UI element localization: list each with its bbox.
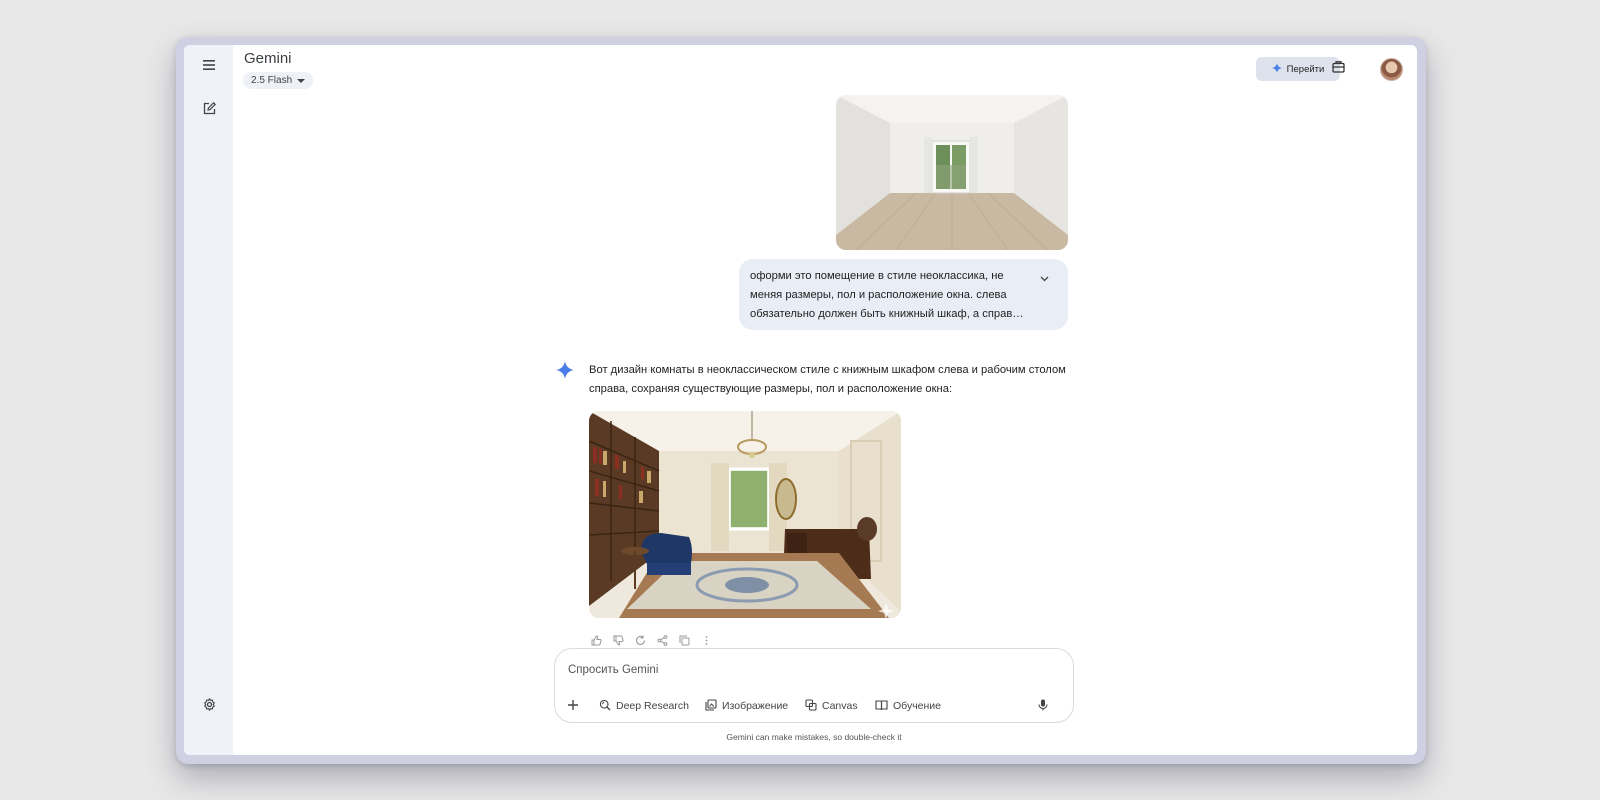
learning-icon [875, 699, 888, 714]
tool-deep-research[interactable]: Deep Research [599, 697, 689, 715]
microphone-button[interactable] [1038, 697, 1048, 715]
app-title: Gemini [244, 50, 292, 67]
user-message-bubble: оформи это помещение в стиле неоклассика… [739, 259, 1068, 330]
plus-icon [567, 699, 579, 714]
tool-label: Изображение [722, 700, 789, 712]
add-attachment-button[interactable] [567, 697, 579, 715]
disclaimer-text: Gemini can make mistakes, so double-chec… [726, 732, 902, 742]
upgrade-label: Перейти [1286, 63, 1325, 75]
avatar[interactable] [1380, 58, 1403, 81]
tool-learning[interactable]: Обучение [875, 697, 941, 715]
copy-button[interactable] [677, 635, 691, 649]
briefcase-icon [1331, 60, 1345, 78]
prompt-input[interactable] [568, 659, 1008, 681]
response-text: Вот дизайн комнаты в неоклассическом сти… [589, 364, 1066, 395]
tool-label: Canvas [822, 700, 858, 712]
microphone-icon [1038, 699, 1048, 714]
response-actions [589, 635, 713, 649]
more-button[interactable] [699, 635, 713, 649]
deep-research-icon [599, 699, 611, 714]
new-chat-button[interactable] [197, 99, 221, 123]
menu-icon [203, 57, 215, 75]
tool-image[interactable]: Изображение [705, 697, 788, 715]
thumbs-up-button[interactable] [589, 635, 603, 649]
new-chat-icon [203, 101, 216, 120]
expand-message-button[interactable] [1037, 271, 1051, 285]
generated-room-image[interactable] [589, 411, 901, 618]
image-icon [705, 698, 717, 714]
tool-label: Deep Research [616, 700, 689, 712]
gemini-spark-icon [1271, 62, 1282, 76]
model-label: 2.5 Flash [251, 75, 293, 86]
caret-down-icon [297, 78, 306, 83]
share-button[interactable] [655, 635, 669, 649]
user-message-text: оформи это помещение в стиле неоклассика… [750, 270, 1026, 320]
app-window: Gemini 2.5 Flash Перейти оформи это поме… [184, 45, 1417, 755]
menu-button[interactable] [197, 54, 221, 78]
thumbs-down-button[interactable] [611, 635, 625, 649]
tool-label: Обучение [893, 700, 942, 712]
model-selector[interactable]: 2.5 Flash [243, 72, 314, 89]
settings-icon [203, 697, 216, 716]
settings-button[interactable] [197, 695, 221, 719]
regenerate-button[interactable] [633, 635, 647, 649]
tool-canvas[interactable]: Canvas [805, 697, 858, 715]
canvas-icon [805, 698, 817, 714]
main-area: Gemini 2.5 Flash Перейти оформи это поме… [233, 45, 1417, 755]
uploaded-room-image[interactable] [836, 95, 1068, 250]
gemini-avatar-icon [556, 361, 576, 381]
side-rail [184, 45, 233, 755]
chevron-down-icon [1040, 269, 1049, 287]
prompt-composer: Deep Research Изображение Canvas Обучени… [554, 648, 1074, 723]
briefcase-button[interactable] [1328, 59, 1348, 79]
